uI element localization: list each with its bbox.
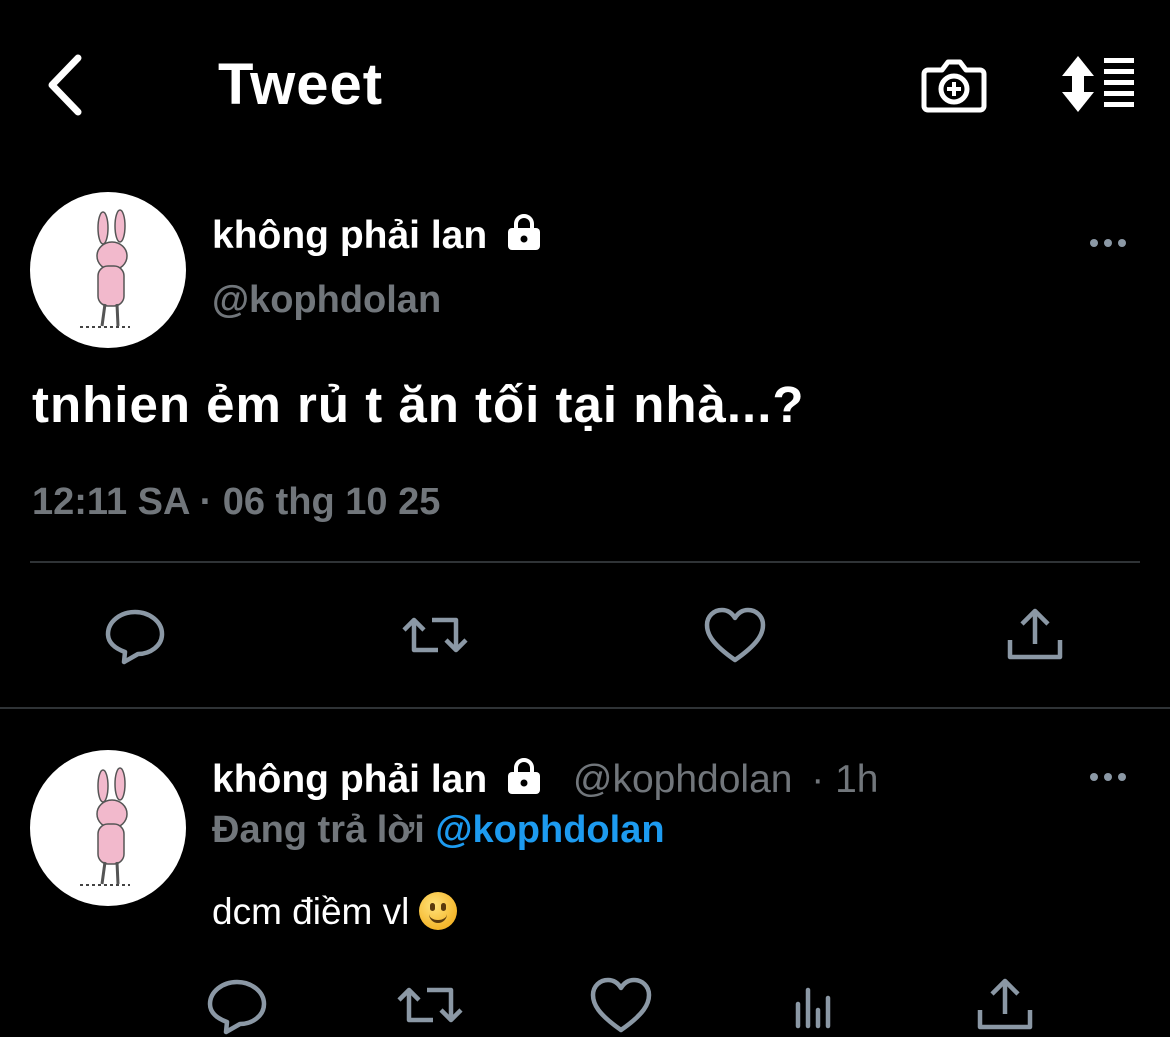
heart-icon	[590, 977, 652, 1033]
share-icon	[977, 978, 1033, 1030]
display-name: không phải lan	[212, 758, 488, 801]
reply-button[interactable]	[100, 600, 170, 670]
tweet-text: tnhien ẻm rủ t ăn tối tại nhà...?	[32, 376, 805, 433]
reply-header[interactable]: không phải lan @kophdolan · 1h	[212, 756, 879, 804]
lock-icon	[508, 214, 541, 250]
chevron-left-icon	[48, 54, 82, 116]
replying-label: Đang trả lời	[212, 809, 425, 851]
like-button[interactable]	[586, 970, 656, 1037]
more-button[interactable]	[1088, 769, 1128, 785]
share-icon	[1007, 608, 1063, 660]
divider	[30, 561, 1140, 563]
reply-button[interactable]	[202, 970, 272, 1037]
back-button[interactable]	[40, 50, 100, 120]
mention-link[interactable]: @kophdolan	[435, 809, 664, 851]
slightly-smiling-face-emoji	[419, 892, 458, 930]
heart-icon	[704, 607, 766, 663]
sort-icon	[1062, 56, 1134, 112]
more-horizontal-icon	[1090, 239, 1126, 247]
share-button[interactable]	[970, 970, 1040, 1037]
display-name[interactable]: không phải lan	[212, 212, 544, 260]
avatar[interactable]	[30, 192, 186, 348]
tweet-timestamp[interactable]: 12:11 SA · 06 thg 10 25	[32, 475, 440, 529]
reply-text-container: dcm điềm vl	[212, 885, 458, 939]
avatar[interactable]	[30, 750, 186, 906]
analytics-button[interactable]	[778, 970, 848, 1037]
divider	[0, 707, 1170, 709]
analytics-icon	[795, 987, 831, 1029]
bunny-avatar-icon	[80, 209, 130, 328]
comment-icon	[105, 609, 165, 665]
camera-plus-icon	[921, 59, 987, 113]
reply-text: dcm điềm vl	[212, 891, 410, 932]
user-handle: @kophdolan	[572, 758, 793, 801]
sort-button[interactable]	[1058, 52, 1138, 116]
share-button[interactable]	[1000, 600, 1070, 670]
more-horizontal-icon	[1090, 773, 1126, 781]
retweet-icon	[397, 987, 463, 1023]
tweet-age: · 1h	[811, 758, 879, 801]
comment-icon	[207, 979, 267, 1035]
retweet-button[interactable]	[400, 600, 470, 670]
retweet-button[interactable]	[395, 970, 465, 1037]
like-button[interactable]	[700, 600, 770, 670]
user-handle[interactable]: @kophdolan	[212, 276, 441, 324]
replying-to: Đang trả lời @kophdolan	[212, 806, 665, 854]
lock-icon	[508, 758, 541, 794]
page-title: Tweet	[218, 52, 384, 117]
retweet-icon	[402, 617, 468, 653]
more-button[interactable]	[1088, 235, 1128, 251]
camera-button[interactable]	[920, 52, 988, 116]
bunny-avatar-icon	[80, 767, 130, 886]
